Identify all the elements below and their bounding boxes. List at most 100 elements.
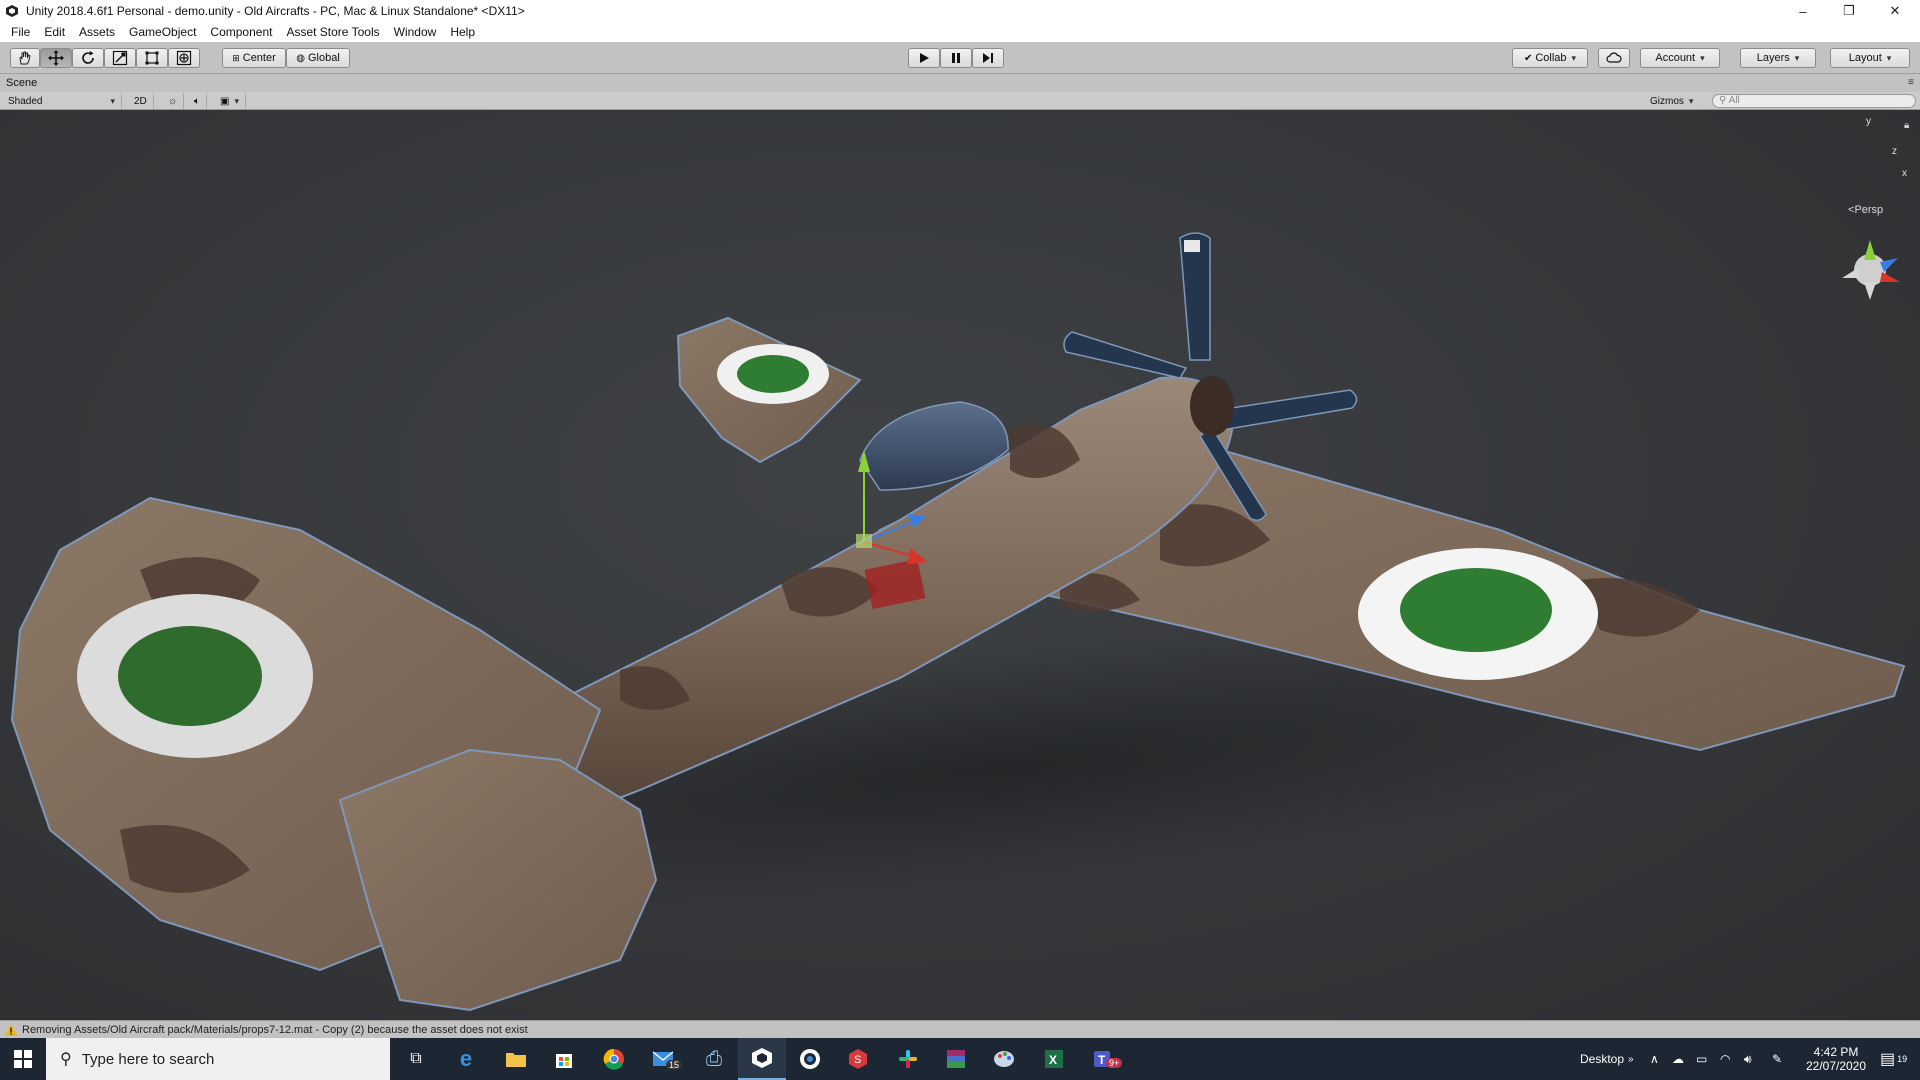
axis-x-label: x	[1902, 168, 1907, 179]
menu-gameobject[interactable]: GameObject	[122, 25, 203, 39]
chrome-button[interactable]	[590, 1038, 638, 1080]
gizmo-center	[856, 534, 872, 548]
shading-mode-dropdown[interactable]: Shaded	[2, 93, 122, 109]
left-wing-roundel-inner	[737, 355, 809, 393]
pivot-center-toggle[interactable]: ⊞ Center	[222, 48, 286, 68]
store-button[interactable]	[540, 1038, 588, 1080]
step-button[interactable]	[972, 48, 1004, 68]
task-view-button[interactable]: ⧉	[392, 1038, 440, 1080]
notification-icon: ▤	[1880, 1051, 1896, 1068]
hand-tool-button[interactable]	[10, 48, 40, 68]
cloud-icon	[1606, 52, 1622, 63]
scene-viewport[interactable]: y z x 🔒︎ <Persp	[0, 110, 1920, 1020]
wifi-icon[interactable]: ◠	[1720, 1038, 1730, 1080]
slack-icon	[899, 1050, 917, 1068]
svg-text:X: X	[1049, 1053, 1057, 1067]
unity-logo-icon	[4, 3, 20, 19]
propeller-tip	[1184, 240, 1200, 252]
slack-button[interactable]	[884, 1038, 932, 1080]
printer-button[interactable]: ⎙	[690, 1038, 738, 1080]
panel-menu-icon[interactable]: ≡	[1908, 77, 1914, 88]
folder-icon	[506, 1053, 526, 1067]
effects-dropdown[interactable]: ▣	[214, 93, 246, 109]
pen-icon[interactable]: ✎	[1772, 1038, 1782, 1080]
toggle-2d-button[interactable]: 2D	[128, 93, 154, 109]
projection-toggle[interactable]: <Persp	[1848, 204, 1883, 216]
menu-component[interactable]: Component	[203, 25, 279, 39]
minimize-button[interactable]: –	[1780, 0, 1826, 22]
notification-center-button[interactable]: ▤ 19	[1880, 1038, 1907, 1080]
cloud-button[interactable]	[1598, 48, 1630, 68]
pivot-label: Center	[242, 52, 276, 64]
menu-file[interactable]: File	[4, 25, 37, 39]
close-button[interactable]: ✕	[1872, 0, 1918, 22]
scene-tab[interactable]: Scene	[6, 77, 37, 89]
volume-icon[interactable]: 🔊︎	[1744, 1038, 1752, 1080]
mode-2d-label: 2D	[134, 95, 147, 107]
menu-edit[interactable]: Edit	[37, 25, 72, 39]
propeller-spinner	[1190, 376, 1234, 436]
scale-tool-button[interactable]	[104, 48, 136, 68]
teams-button[interactable]: T 9+	[1080, 1038, 1128, 1080]
excel-icon: X	[1045, 1050, 1063, 1068]
gizmos-dropdown[interactable]: Gizmos	[1644, 93, 1699, 109]
start-button[interactable]	[0, 1038, 46, 1080]
persp-label: Persp	[1854, 204, 1884, 216]
excel-button[interactable]: X	[1030, 1038, 1078, 1080]
desktop-toolbar[interactable]: Desktop»	[1580, 1038, 1634, 1080]
unity-taskbar-button[interactable]	[738, 1038, 786, 1080]
rect-transform-icon	[145, 51, 159, 65]
audio-toggle[interactable]: 🔈︎	[188, 93, 207, 109]
svg-text:S: S	[854, 1054, 861, 1066]
menu-window[interactable]: Window	[387, 25, 444, 39]
account-dropdown[interactable]: Account	[1640, 48, 1720, 68]
axis-y-label: y	[1866, 116, 1871, 127]
mail-badge: 15	[666, 1060, 683, 1070]
paint-button[interactable]	[980, 1038, 1028, 1080]
lighting-toggle[interactable]: ☼	[162, 93, 185, 109]
search-icon: ⚲	[1719, 95, 1727, 106]
move-tool-button[interactable]	[40, 48, 72, 68]
search-icon: ⚲	[60, 1051, 72, 1068]
globe-icon: ◍	[296, 52, 305, 64]
account-label: Account	[1655, 52, 1696, 64]
play-button[interactable]	[908, 48, 940, 68]
pause-button[interactable]	[940, 48, 972, 68]
battery-icon[interactable]: ▭	[1696, 1038, 1707, 1080]
tray-overflow-icon[interactable]: ∧	[1650, 1038, 1659, 1080]
lock-icon[interactable]: 🔒︎	[1904, 120, 1909, 131]
clock[interactable]: 4:42 PM 22/07/2020	[1796, 1038, 1876, 1080]
onedrive-icon[interactable]: ☁	[1672, 1038, 1684, 1080]
app-s-button[interactable]: S	[834, 1038, 882, 1080]
winrar-button[interactable]	[932, 1038, 980, 1080]
space-global-toggle[interactable]: ◍ Global	[286, 48, 350, 68]
app-circle-button[interactable]	[786, 1038, 834, 1080]
transform-tool-button[interactable]	[168, 48, 200, 68]
restore-button[interactable]: ❐	[1826, 0, 1872, 22]
rotate-tool-button[interactable]	[72, 48, 104, 68]
windows-taskbar: ⚲ Type here to search ⧉ e 15 ⎙ S X T 9+ …	[0, 1038, 1920, 1080]
propeller-blade-right	[1217, 389, 1358, 431]
edge-button[interactable]: e	[442, 1038, 490, 1080]
menu-asset-store-tools[interactable]: Asset Store Tools	[279, 25, 386, 39]
pause-icon	[952, 53, 960, 63]
gizmos-label: Gizmos	[1650, 95, 1684, 107]
file-explorer-button[interactable]	[492, 1038, 540, 1080]
layout-label: Layout	[1848, 52, 1882, 64]
layout-dropdown[interactable]: Layout	[1830, 48, 1910, 68]
scene-search-input[interactable]: ⚲ All	[1712, 94, 1916, 108]
collab-dropdown[interactable]: ✔ Collab	[1512, 48, 1588, 68]
menu-help[interactable]: Help	[443, 25, 482, 39]
transform-icon	[176, 50, 192, 66]
teams-badge: 9+	[1106, 1058, 1123, 1068]
orientation-gizmo[interactable]	[1842, 240, 1900, 300]
layers-dropdown[interactable]: Layers	[1740, 48, 1816, 68]
menu-bar: File Edit Assets GameObject Component As…	[0, 22, 1920, 42]
scale-icon	[112, 50, 128, 66]
menu-assets[interactable]: Assets	[72, 25, 122, 39]
status-bar[interactable]: Removing Assets/Old Aircraft pack/Materi…	[0, 1020, 1920, 1038]
taskbar-search-input[interactable]: ⚲ Type here to search	[46, 1038, 390, 1080]
store-icon	[556, 1054, 572, 1068]
rect-tool-button[interactable]	[136, 48, 168, 68]
mail-button[interactable]: 15	[640, 1038, 688, 1080]
